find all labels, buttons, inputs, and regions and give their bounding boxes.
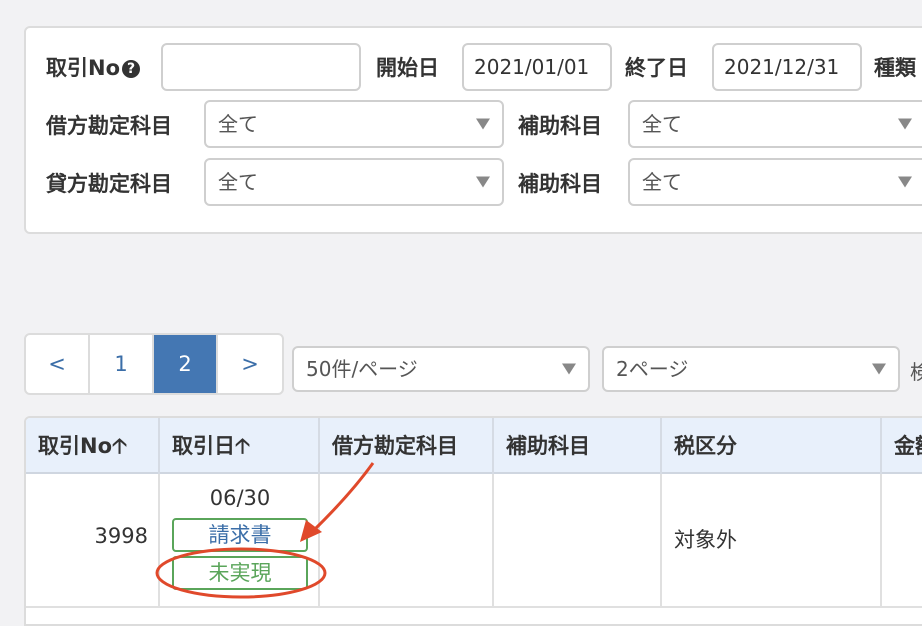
annotation-overlay [155,462,375,599]
annotation-ellipse [155,547,327,599]
annotation-arrow-line [310,462,375,534]
